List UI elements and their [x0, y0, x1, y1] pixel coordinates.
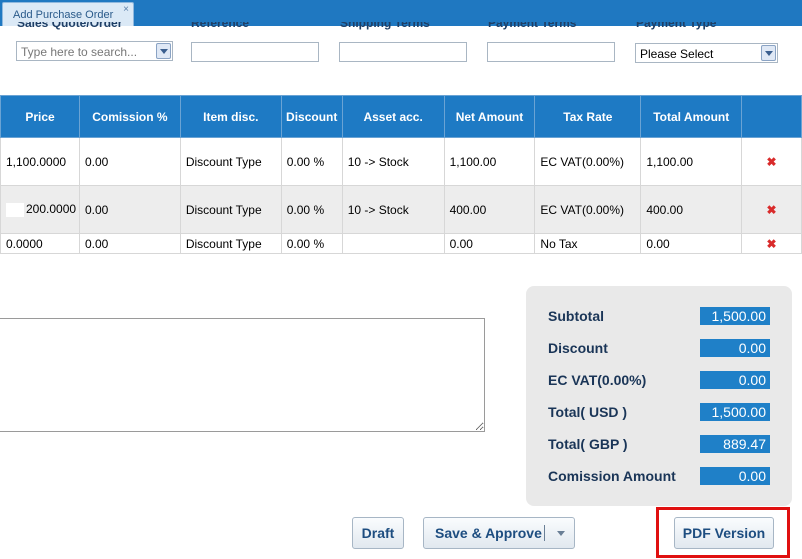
cell-comission[interactable]: 0.00	[78, 185, 181, 234]
cell-item-disc[interactable]: Discount Type	[179, 233, 282, 254]
cell-comission[interactable]: 0.00	[78, 137, 181, 186]
cell-net-amount: 1,100.00	[443, 137, 536, 186]
cell-item-disc[interactable]: Discount Type	[179, 137, 282, 186]
cell-price[interactable]: 1,100.0000	[0, 137, 80, 186]
table-row[interactable]: 1,100.0000 0.00 Discount Type 0.00 % 10 …	[0, 137, 802, 186]
save-approve-split-button[interactable]: Save & Approve	[423, 517, 575, 549]
total-gbp-value: 889.47	[700, 435, 770, 453]
cell-price[interactable]: 0.0000	[0, 233, 80, 254]
sales-quote-combo[interactable]: Type here to search...	[16, 41, 173, 61]
column-header-asset-acc[interactable]: Asset acc.	[341, 95, 445, 138]
cell-net-amount: 400.00	[443, 185, 536, 234]
shipping-terms-input[interactable]	[339, 42, 467, 62]
totals-summary-panel: Subtotal 1,500.00 Discount 0.00 EC VAT(0…	[526, 286, 792, 506]
cell-asset-acc[interactable]: 10 -> Stock	[341, 137, 445, 186]
table-header-row: Price Comission % Item disc. Discount As…	[0, 95, 802, 138]
column-header-comission[interactable]: Comission %	[78, 95, 181, 138]
shipping-terms-label: Shipping Terms	[340, 22, 430, 30]
column-header-net-amount[interactable]: Net Amount	[443, 95, 536, 138]
column-header-total-amount[interactable]: Total Amount	[640, 95, 743, 138]
column-header-price[interactable]: Price	[0, 95, 80, 138]
cell-discount[interactable]: 0.00 %	[280, 137, 343, 186]
cell-tax-rate[interactable]: EC VAT(0.00%)	[534, 185, 642, 234]
cell-comission[interactable]: 0.00	[78, 233, 181, 254]
delete-row-icon[interactable]: ✖	[741, 137, 802, 186]
cell-tax-rate[interactable]: No Tax	[534, 233, 642, 254]
cell-discount[interactable]: 0.00 %	[280, 233, 343, 254]
reference-label: Reference	[191, 22, 250, 30]
payment-type-label: Payment Type	[636, 22, 717, 30]
notes-textarea[interactable]	[0, 318, 485, 432]
chevron-down-icon[interactable]	[557, 531, 565, 536]
pdf-button-highlight	[656, 507, 790, 558]
cell-price-value: 200.0000	[26, 202, 77, 217]
price-input-box[interactable]	[6, 202, 24, 217]
cell-net-amount: 0.00	[443, 233, 536, 254]
cell-total-amount: 1,100.00	[640, 137, 743, 186]
column-header-actions	[741, 95, 802, 138]
close-icon[interactable]: ×	[123, 5, 129, 15]
subtotal-value: 1,500.00	[700, 307, 770, 325]
total-usd-label: Total( USD )	[548, 404, 628, 420]
subtotal-label: Subtotal	[548, 308, 604, 324]
cell-price[interactable]: 200.0000	[0, 185, 80, 234]
column-header-item-disc[interactable]: Item disc.	[179, 95, 282, 138]
split-divider	[544, 525, 545, 541]
total-gbp-label: Total( GBP )	[548, 436, 628, 452]
delete-row-icon[interactable]: ✖	[741, 185, 802, 234]
cell-asset-acc[interactable]	[341, 233, 445, 254]
column-header-tax-rate[interactable]: Tax Rate	[534, 95, 642, 138]
comission-amount-value: 0.00	[700, 467, 770, 485]
cell-asset-acc[interactable]: 10 -> Stock	[341, 185, 445, 234]
reference-input[interactable]	[191, 42, 319, 62]
draft-button[interactable]: Draft	[352, 517, 404, 549]
cell-discount[interactable]: 0.00 %	[280, 185, 343, 234]
sales-quote-placeholder: Type here to search...	[21, 45, 138, 59]
vat-value: 0.00	[700, 371, 770, 389]
table-row[interactable]: 200.0000 0.00 Discount Type 0.00 % 10 ->…	[0, 185, 802, 234]
cell-tax-rate[interactable]: EC VAT(0.00%)	[534, 137, 642, 186]
cell-total-amount: 0.00	[640, 233, 743, 254]
sales-quote-label: Sales Quote/Order	[17, 22, 123, 30]
cell-total-amount: 400.00	[640, 185, 743, 234]
column-header-discount[interactable]: Discount	[280, 95, 343, 138]
payment-terms-label: Payment Terms	[488, 22, 577, 30]
delete-row-icon[interactable]: ✖	[741, 233, 802, 254]
table-row[interactable]: 0.0000 0.00 Discount Type 0.00 % 0.00 No…	[0, 233, 802, 254]
discount-label: Discount	[548, 340, 608, 356]
discount-value: 0.00	[700, 339, 770, 357]
cell-item-disc[interactable]: Discount Type	[179, 185, 282, 234]
payment-terms-input[interactable]	[487, 42, 615, 62]
payment-type-select[interactable]: Please Select	[635, 43, 778, 63]
payment-type-selected: Please Select	[640, 47, 714, 61]
total-usd-value: 1,500.00	[700, 403, 770, 421]
chevron-down-icon[interactable]	[156, 43, 171, 59]
line-items-table: Price Comission % Item disc. Discount As…	[0, 95, 802, 254]
tab-label: Add Purchase Order	[13, 9, 114, 21]
vat-label: EC VAT(0.00%)	[548, 372, 647, 388]
comission-amount-label: Comission Amount	[548, 468, 676, 484]
save-approve-label[interactable]: Save & Approve	[435, 525, 542, 541]
chevron-down-icon[interactable]	[761, 45, 776, 61]
